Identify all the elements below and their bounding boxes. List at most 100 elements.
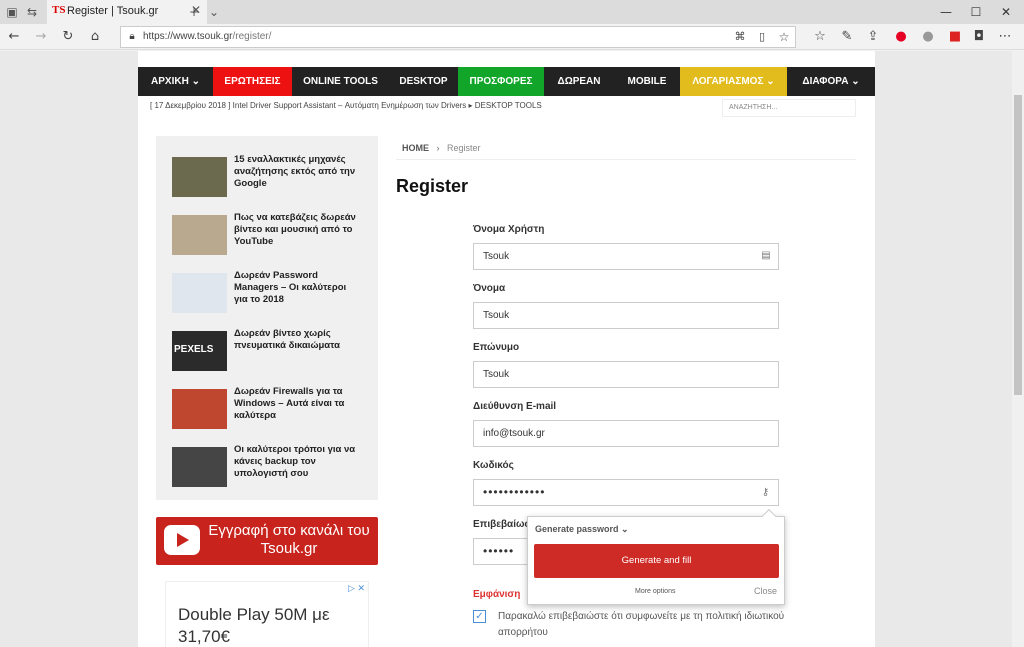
divider bbox=[396, 159, 856, 160]
menu-item-8[interactable]: ΔΙΑΦΟΡΑ ⌄ bbox=[787, 67, 875, 96]
minimize-icon[interactable]: — bbox=[936, 2, 956, 22]
first-name-field[interactable]: Tsouk bbox=[473, 302, 779, 329]
password-generator-popup: Generate password ⌄ Generate and fill Mo… bbox=[527, 508, 785, 605]
address-bar[interactable]: 🔒︎ https://www.tsouk.gr/register/ ⌘ ▯ ☆ bbox=[120, 26, 796, 48]
autofill-card-icon[interactable]: ▤ bbox=[760, 250, 772, 262]
tab-title: Register | Tsouk.gr bbox=[67, 5, 159, 17]
page-scrollbar[interactable] bbox=[1012, 51, 1024, 647]
extension-icon[interactable]: ⌘ bbox=[731, 28, 749, 46]
post-thumbnail[interactable] bbox=[172, 215, 227, 255]
last-name-field[interactable]: Tsouk bbox=[473, 361, 779, 388]
youtube-banner-text: Εγγραφή στο κανάλι του Tsouk.gr bbox=[208, 522, 370, 557]
email-value: info@tsouk.gr bbox=[483, 428, 545, 439]
post-thumbnail[interactable] bbox=[172, 389, 227, 429]
new-tab-icon[interactable]: + bbox=[186, 4, 202, 20]
generate-and-fill-button[interactable]: Generate and fill bbox=[534, 544, 779, 578]
lock-icon: 🔒︎ bbox=[129, 31, 135, 42]
username-label: Όνομα Χρήστη bbox=[473, 224, 545, 235]
maximize-icon[interactable]: ☐ bbox=[966, 2, 986, 22]
generate-password-dropdown[interactable]: Generate password ⌄ bbox=[535, 524, 629, 535]
forward-icon[interactable]: → bbox=[32, 28, 50, 46]
post-thumbnail[interactable] bbox=[172, 447, 227, 487]
sidebar-popular-posts: 15 εναλλακτικές μηχανές αναζήτησης εκτός… bbox=[156, 136, 378, 500]
extension-gray-icon[interactable]: ● bbox=[919, 28, 937, 46]
scrollbar-thumb[interactable] bbox=[1014, 95, 1022, 395]
breadcrumb-current: Register bbox=[447, 143, 481, 153]
breadcrumb: HOME › Register bbox=[402, 143, 481, 153]
advertisement[interactable]: ▷ ✕ Double Play 50M με 31,70€ bbox=[165, 581, 369, 647]
menu-item-7[interactable]: ΛΟΓΑΡΙΑΣΜΟΣ ⌄ bbox=[680, 67, 787, 96]
web-page: ΑΡΧΙΚΗ ⌄ ΕΡΩΤΗΣΕΙΣ ONLINE TOOLS DESKTOP ΠΡΟΣ… bbox=[0, 51, 1012, 647]
pinterest-icon[interactable]: ● bbox=[892, 28, 910, 46]
confirm-password-value: •••••• bbox=[483, 544, 515, 558]
pexels-logo: PEXELS bbox=[174, 344, 214, 355]
post-thumbnail[interactable]: PEXELS bbox=[172, 331, 227, 371]
close-window-icon[interactable]: ✕ bbox=[996, 2, 1016, 22]
refresh-icon[interactable]: ↻ bbox=[59, 28, 77, 46]
privacy-checkbox[interactable]: ✓ bbox=[473, 610, 486, 623]
sidebar-post[interactable]: Πως να κατεβάζεις δωρεάν βίντεο και μουσ… bbox=[172, 212, 372, 262]
url-text: https://www.tsouk.gr/register/ bbox=[143, 31, 272, 42]
post-title[interactable]: Δωρεάν βίντεο χωρίς πνευματικά δικαιώματ… bbox=[234, 328, 362, 352]
tab-preview-icon[interactable]: ▣ bbox=[4, 4, 20, 20]
password-value: •••••••••••• bbox=[483, 485, 546, 499]
back-icon[interactable]: ← bbox=[5, 28, 23, 46]
last-name-label: Επώνυμο bbox=[473, 342, 520, 353]
favorites-hub-icon[interactable]: ☆ bbox=[811, 28, 829, 46]
menu-item-2[interactable]: ONLINE TOOLS bbox=[292, 67, 389, 96]
tab-active[interactable]: TS Register | Tsouk.gr ✕ bbox=[47, 0, 207, 24]
sidebar-post[interactable]: PEXELS Δωρεάν βίντεο χωρίς πνευματικά δικ… bbox=[172, 328, 372, 378]
sidebar-post[interactable]: Οι καλύτεροι τρόποι για να κάνεις backup… bbox=[172, 444, 372, 494]
post-title[interactable]: Πως να κατεβάζεις δωρεάν βίντεο και μουσ… bbox=[234, 212, 362, 248]
site-favicon-icon: TS bbox=[52, 4, 66, 16]
site-search-input[interactable]: ΑΝΑΖΗΤΗΣΗ... bbox=[722, 99, 856, 117]
more-options-link[interactable]: More options bbox=[635, 588, 675, 595]
more-menu-icon[interactable]: ⋯ bbox=[996, 28, 1014, 46]
ad-text: Double Play 50M με 31,70€ bbox=[178, 605, 330, 646]
breadcrumb-home[interactable]: HOME bbox=[402, 143, 429, 153]
menu-item-0[interactable]: ΑΡΧΙΚΗ ⌄ bbox=[138, 67, 213, 96]
address-toolbar: ← → ↻ ⌂ 🔒︎ https://www.tsouk.gr/register… bbox=[0, 24, 1024, 50]
browser-window: ▣ ⇆ TS Register | Tsouk.gr ✕ + ⌄ — ☐ ✕ ←… bbox=[0, 0, 1024, 647]
breadcrumb-separator-icon: › bbox=[436, 143, 440, 153]
news-ticker[interactable]: [ 17 Δεκεμβρίου 2018 ] Intel Driver Supp… bbox=[150, 101, 542, 110]
sidebar-post[interactable]: 15 εναλλακτικές μηχανές αναζήτησης εκτός… bbox=[172, 154, 372, 204]
sidebar-post[interactable]: Δωρεάν Firewalls για τα Windows – Αυτά ε… bbox=[172, 386, 372, 436]
favorite-star-icon[interactable]: ☆ bbox=[775, 28, 793, 46]
menu-item-5[interactable]: ΔΩΡΕΑΝ bbox=[544, 67, 614, 96]
main-menu: ΑΡΧΙΚΗ ⌄ ΕΡΩΤΗΣΕΙΣ ONLINE TOOLS DESKTOP ΠΡΟΣ… bbox=[138, 67, 875, 96]
menu-item-6[interactable]: MOBILE bbox=[614, 67, 680, 96]
menu-item-3[interactable]: DESKTOP bbox=[389, 67, 458, 96]
password-generator-key-icon[interactable]: ⚷ bbox=[760, 487, 772, 499]
email-label: Διεύθυνση E-mail bbox=[473, 401, 557, 412]
youtube-subscribe-banner[interactable]: Εγγραφή στο κανάλι του Tsouk.gr bbox=[156, 517, 378, 565]
show-password-toggle[interactable]: Εμφάνιση bbox=[473, 589, 520, 600]
share-icon[interactable]: ⇪ bbox=[864, 28, 882, 46]
post-title[interactable]: 15 εναλλακτικές μηχανές αναζήτησης εκτός… bbox=[234, 154, 362, 190]
pocket-icon[interactable]: ◘ bbox=[970, 28, 988, 46]
email-field[interactable]: info@tsouk.gr bbox=[473, 420, 779, 447]
page-title: Register bbox=[396, 176, 469, 196]
post-thumbnail[interactable] bbox=[172, 273, 227, 313]
notes-pen-icon[interactable]: ✎ bbox=[838, 28, 856, 46]
sidebar-post[interactable]: Δωρεάν Password Managers – Οι καλύτεροι … bbox=[172, 270, 372, 320]
password-field[interactable]: •••••••••••• ⚷ bbox=[473, 479, 779, 506]
post-thumbnail[interactable] bbox=[172, 157, 227, 197]
menu-item-4[interactable]: ΠΡΟΣΦΟΡΕΣ bbox=[458, 67, 544, 96]
post-title[interactable]: Οι καλύτεροι τρόποι για να κάνεις backup… bbox=[234, 444, 362, 480]
username-field[interactable]: Tsouk ▤ bbox=[473, 243, 779, 270]
password-label: Κωδικός bbox=[473, 460, 514, 471]
reading-view-icon[interactable]: ▯ bbox=[753, 28, 771, 46]
popup-close-button[interactable]: Close bbox=[754, 586, 777, 596]
username-value: Tsouk bbox=[483, 251, 510, 262]
extension-red-icon[interactable]: ■ bbox=[946, 28, 964, 46]
post-title[interactable]: Δωρεάν Firewalls για τα Windows – Αυτά ε… bbox=[234, 386, 362, 422]
tab-list-chevron-icon[interactable]: ⌄ bbox=[206, 4, 222, 20]
set-aside-tabs-icon[interactable]: ⇆ bbox=[24, 4, 40, 20]
menu-item-1[interactable]: ΕΡΩΤΗΣΕΙΣ bbox=[213, 67, 292, 96]
post-title[interactable]: Δωρεάν Password Managers – Οι καλύτεροι … bbox=[234, 270, 362, 306]
home-icon[interactable]: ⌂ bbox=[86, 28, 104, 46]
youtube-play-icon bbox=[164, 525, 200, 555]
last-name-value: Tsouk bbox=[483, 369, 510, 380]
ad-choices-icon[interactable]: ▷ ✕ bbox=[348, 583, 365, 594]
